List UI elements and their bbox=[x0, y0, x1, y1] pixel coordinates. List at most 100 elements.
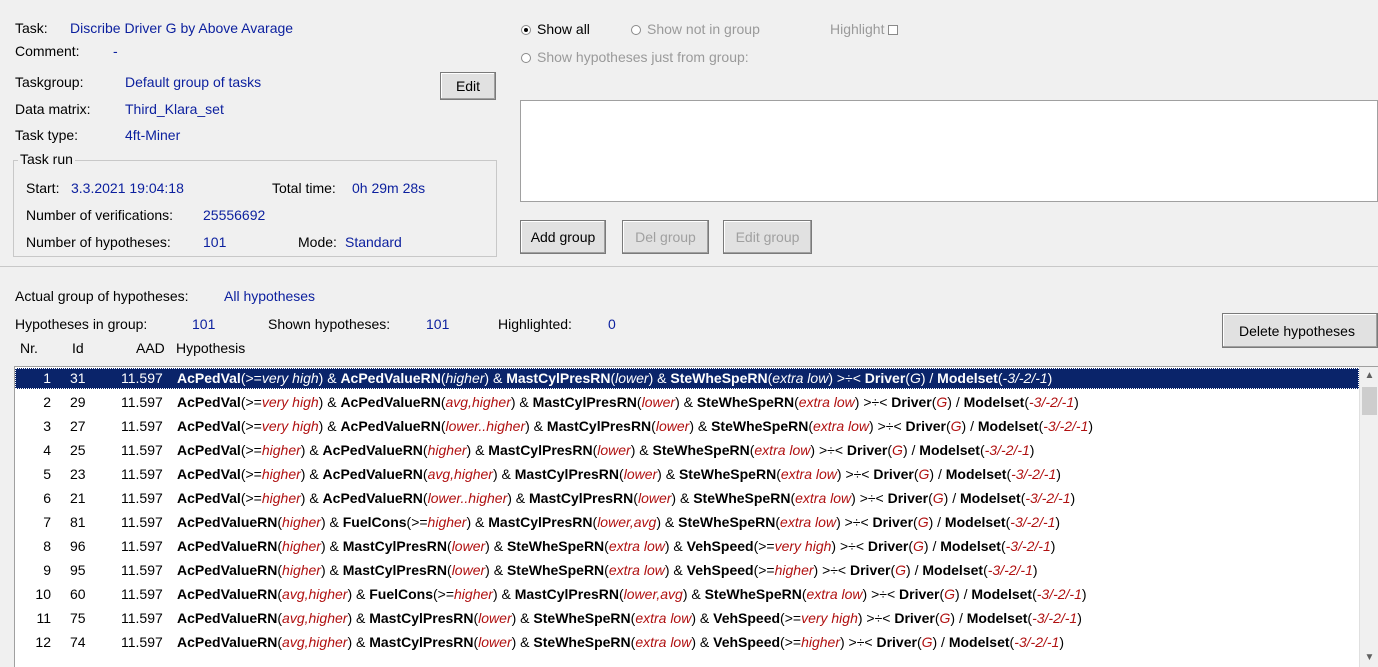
edit-button[interactable]: Edit bbox=[440, 72, 496, 100]
table-row[interactable]: 3 27 11.597 AcPedVal(>=very high) & AcPedVa… bbox=[15, 416, 1359, 437]
datamatrix-label: Data matrix: bbox=[15, 101, 91, 117]
radio-show-not-in-group[interactable]: Show not in group bbox=[631, 21, 760, 37]
row-hypothesis: AcPedValueRN(avg,higher) & FuelCons(>=hi… bbox=[177, 586, 1087, 602]
total-time-value: 0h 29m 28s bbox=[352, 180, 426, 196]
table-row[interactable]: 5 23 11.597 AcPedVal(>=higher) & AcPedValue… bbox=[15, 464, 1359, 485]
highlighted-value: 0 bbox=[608, 316, 616, 332]
table-row[interactable]: 9 95 11.597 AcPedValueRN(higher) & MastCylP… bbox=[15, 560, 1359, 581]
task-run-legend: Task run bbox=[18, 151, 75, 167]
row-hypothesis: AcPedVal(>=very high) & AcPedValueRN(low… bbox=[177, 418, 1094, 434]
table-row[interactable]: 10 60 11.597 AcPedValueRN(avg,higher) & Fue… bbox=[15, 584, 1359, 605]
hypotheses-count-value: 101 bbox=[203, 234, 227, 250]
row-id: 96 bbox=[70, 538, 86, 554]
table-row[interactable]: 7 81 11.597 AcPedValueRN(higher) & FuelCons… bbox=[15, 512, 1359, 533]
row-hypothesis: AcPedVal(>=very high) & AcPedValueRN(avg… bbox=[177, 394, 1079, 410]
row-nr: 9 bbox=[43, 562, 51, 578]
table-row[interactable]: 11 75 11.597 AcPedValueRN(avg,higher) & Mas… bbox=[15, 608, 1359, 629]
row-id: 74 bbox=[70, 634, 86, 650]
row-hypothesis: AcPedVal(>=higher) & AcPedValueRN(avg,hi… bbox=[177, 466, 1061, 482]
del-group-label: Del group bbox=[635, 229, 696, 245]
scroll-thumb[interactable] bbox=[1362, 387, 1377, 415]
table-row[interactable]: 1 31 11.597 AcPedVal(>=very high) & AcPedVa… bbox=[15, 368, 1359, 389]
radio-show-from-group-dot bbox=[521, 53, 531, 63]
section-divider bbox=[0, 266, 1378, 267]
vertical-scrollbar[interactable]: ▲ ▼ bbox=[1359, 367, 1378, 667]
task-name: Discribe Driver G by Above Avarage bbox=[70, 20, 294, 36]
shown-value: 101 bbox=[426, 316, 450, 332]
delete-hypotheses-label: Delete hypotheses bbox=[1239, 322, 1355, 339]
tasktype-label: Task type: bbox=[15, 127, 79, 143]
table-row[interactable]: 6 21 11.597 AcPedVal(>=higher) & AcPedValue… bbox=[15, 488, 1359, 509]
row-nr: 7 bbox=[43, 514, 51, 530]
table-row[interactable]: 4 25 11.597 AcPedVal(>=higher) & AcPedValue… bbox=[15, 440, 1359, 461]
row-nr: 5 bbox=[43, 466, 51, 482]
hypotheses-count-label: Number of hypotheses: bbox=[26, 234, 171, 250]
row-nr: 2 bbox=[43, 394, 51, 410]
radio-show-all[interactable]: Show all bbox=[521, 21, 590, 37]
column-header-hypothesis[interactable]: Hypothesis bbox=[176, 340, 245, 356]
row-aad: 11.597 bbox=[121, 466, 163, 482]
hypotheses-grid[interactable]: 1 31 11.597 AcPedVal(>=very high) & AcPedVa… bbox=[14, 366, 1378, 667]
row-id: 29 bbox=[70, 394, 86, 410]
group-listbox[interactable] bbox=[520, 100, 1378, 202]
edit-button-label: Edit bbox=[455, 78, 481, 94]
column-header-aad[interactable]: AAD bbox=[136, 340, 165, 356]
datamatrix-value: Third_Klara_set bbox=[125, 101, 224, 117]
actual-group-value: All hypotheses bbox=[224, 288, 316, 304]
radio-show-all-dot bbox=[521, 25, 531, 35]
row-nr: 4 bbox=[43, 442, 51, 458]
column-header-nr[interactable]: Nr. bbox=[20, 340, 38, 356]
table-row[interactable]: 8 96 11.597 AcPedValueRN(higher) & MastCylP… bbox=[15, 536, 1359, 557]
highlight-checkbox-label: Highlight bbox=[830, 21, 885, 37]
row-hypothesis: AcPedValueRN(higher) & FuelCons(>=higher… bbox=[177, 514, 1061, 530]
row-nr: 3 bbox=[43, 418, 51, 434]
row-nr: 10 bbox=[35, 586, 51, 602]
highlight-checkbox[interactable]: Highlight bbox=[830, 21, 899, 37]
edit-group-button[interactable]: Edit group bbox=[723, 220, 812, 254]
column-header-id[interactable]: Id bbox=[72, 340, 84, 356]
row-nr: 8 bbox=[43, 538, 51, 554]
radio-show-from-group-label: Show hypotheses just from group: bbox=[537, 49, 749, 65]
row-aad: 11.597 bbox=[121, 442, 163, 458]
verifications-value: 25556692 bbox=[203, 207, 266, 223]
row-id: 95 bbox=[70, 562, 86, 578]
taskgroup-label: Taskgroup: bbox=[15, 74, 84, 90]
mode-label: Mode: bbox=[298, 234, 337, 250]
table-row[interactable]: 12 74 11.597 AcPedValueRN(avg,higher) & Mas… bbox=[15, 632, 1359, 653]
shown-label: Shown hypotheses: bbox=[268, 316, 391, 332]
row-aad: 11.597 bbox=[121, 418, 163, 434]
row-aad: 11.597 bbox=[121, 370, 163, 386]
taskgroup-value: Default group of tasks bbox=[125, 74, 262, 90]
scroll-down-icon[interactable]: ▼ bbox=[1360, 649, 1378, 667]
row-aad: 11.597 bbox=[121, 634, 163, 650]
row-hypothesis: AcPedValueRN(avg,higher) & MastCylPresRN… bbox=[177, 634, 1064, 650]
add-group-button[interactable]: Add group bbox=[520, 220, 606, 254]
row-nr: 12 bbox=[35, 634, 51, 650]
scroll-up-icon[interactable]: ▲ bbox=[1360, 367, 1378, 385]
in-group-value: 101 bbox=[192, 316, 216, 332]
row-nr: 6 bbox=[43, 490, 51, 506]
row-nr: 1 bbox=[43, 370, 51, 386]
table-row[interactable]: 2 29 11.597 AcPedVal(>=very high) & AcPedVa… bbox=[15, 392, 1359, 413]
row-aad: 11.597 bbox=[121, 562, 163, 578]
row-hypothesis: AcPedVal(>=higher) & AcPedValueRN(higher… bbox=[177, 442, 1035, 458]
comment-value: - bbox=[113, 43, 118, 59]
row-aad: 11.597 bbox=[121, 514, 163, 530]
del-group-button[interactable]: Del group bbox=[622, 220, 709, 254]
row-aad: 11.597 bbox=[121, 490, 163, 506]
task-label: Task: bbox=[15, 20, 48, 36]
row-id: 75 bbox=[70, 610, 86, 626]
comment-label: Comment: bbox=[15, 43, 80, 59]
row-aad: 11.597 bbox=[121, 538, 163, 554]
highlighted-label: Highlighted: bbox=[498, 316, 572, 332]
delete-hypotheses-button[interactable]: Delete hypotheses bbox=[1222, 313, 1378, 348]
radio-show-from-group[interactable]: Show hypotheses just from group: bbox=[521, 49, 749, 65]
row-aad: 11.597 bbox=[121, 586, 163, 602]
tasktype-value: 4ft-Miner bbox=[125, 127, 181, 143]
total-time-label: Total time: bbox=[272, 180, 336, 196]
row-hypothesis: AcPedValueRN(higher) & MastCylPresRN(low… bbox=[177, 538, 1056, 554]
radio-show-not-in-group-label: Show not in group bbox=[647, 21, 760, 37]
row-hypothesis: AcPedValueRN(avg,higher) & MastCylPresRN… bbox=[177, 610, 1082, 626]
radio-show-all-label: Show all bbox=[537, 21, 590, 37]
row-id: 81 bbox=[70, 514, 86, 530]
